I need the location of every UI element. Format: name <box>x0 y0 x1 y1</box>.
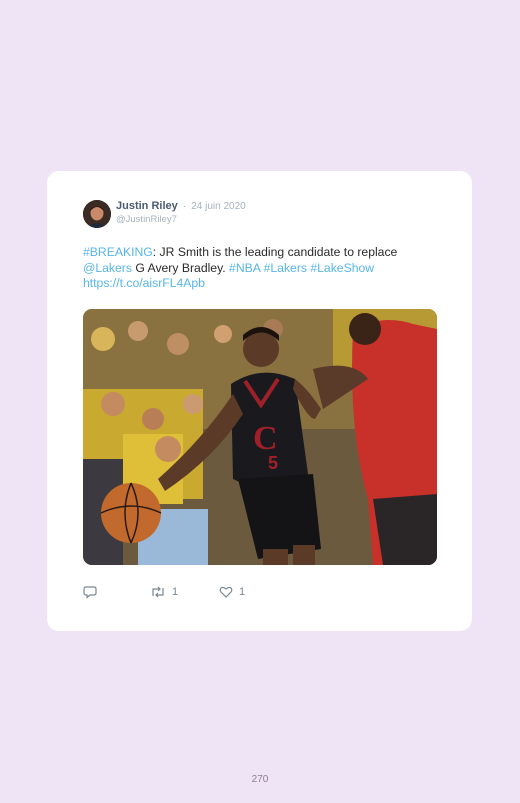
author-handle[interactable]: @JustinRiley7 <box>116 214 177 225</box>
author-name[interactable]: Justin Riley <box>116 200 178 212</box>
svg-text:C: C <box>253 420 278 457</box>
hashtag-lakeshow[interactable]: #LakeShow <box>310 261 374 275</box>
tweet-text: #BREAKING: JR Smith is the leading candi… <box>83 245 453 292</box>
name-date-separator: · <box>182 201 187 212</box>
tweet-date[interactable]: 24 juin 2020 <box>191 201 246 212</box>
tweet-text-line1: : JR Smith is the leading candidate to r… <box>152 245 398 259</box>
retweet-button[interactable]: 1 <box>150 585 178 599</box>
svg-text:5: 5 <box>268 453 278 473</box>
avatar-image <box>83 200 111 228</box>
retweet-icon <box>152 586 164 598</box>
hashtag-nba[interactable]: #NBA <box>229 261 260 275</box>
reply-button[interactable] <box>83 585 103 599</box>
tweet-text-line2: G Avery Bradley. <box>131 260 230 275</box>
author-name-row: Justin Riley · 24 juin 2020 <box>116 200 246 212</box>
author-avatar[interactable] <box>83 200 111 228</box>
tweet-url[interactable]: https://t.co/aisrFL4Apb <box>83 276 205 290</box>
tweet-photo[interactable]: C 5 <box>83 309 437 565</box>
tweet-card: Justin Riley · 24 juin 2020 @JustinRiley… <box>47 171 472 631</box>
hashtag-breaking[interactable]: #BREAKING <box>83 245 153 259</box>
mention-lakers[interactable]: @Lakers <box>83 261 132 275</box>
like-count: 1 <box>239 586 246 598</box>
basketball-photo: C 5 <box>83 309 437 565</box>
hashtag-lakers[interactable]: #Lakers <box>264 261 307 275</box>
like-button[interactable]: 1 <box>219 585 245 599</box>
page-number: 270 <box>251 774 269 785</box>
tweet-actions: 1 1 <box>83 585 283 603</box>
reply-icon <box>83 586 97 599</box>
retweet-count: 1 <box>172 586 179 598</box>
like-icon <box>219 586 233 598</box>
